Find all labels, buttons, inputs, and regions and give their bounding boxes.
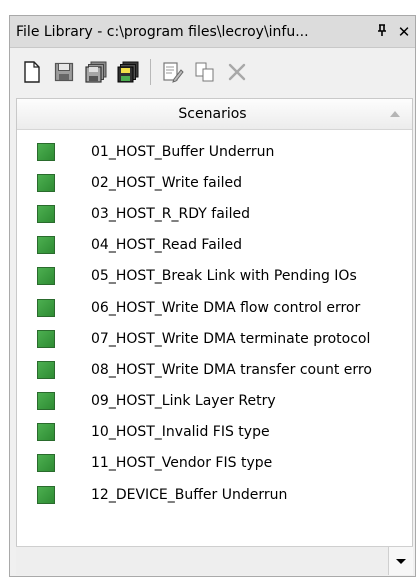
list-item-label: 09_HOST_Link Layer Retry [91,393,276,410]
status-square-icon [37,423,55,442]
list-item-label: 05_HOST_Break Link with Pending IOs [91,268,357,285]
save-all-icon[interactable] [82,57,110,87]
column-header[interactable]: Scenarios [17,99,412,130]
close-icon[interactable]: ✕ [393,23,415,41]
list-item[interactable]: 06_HOST_Write DMA flow control error [17,292,412,323]
list-item-label: 02_HOST_Write failed [91,174,242,191]
toolbar [10,48,415,96]
status-square-icon [37,485,55,504]
panel-titlebar: File Library - c:\program files\lecroy\i… [10,16,415,48]
status-square-icon [37,392,55,411]
pin-icon[interactable] [371,23,393,41]
list-item[interactable]: 08_HOST_Write DMA transfer count erro [17,354,412,385]
save-colored-icon[interactable] [114,57,142,87]
list-item[interactable]: 11_HOST_Vendor FIS type [17,448,412,479]
save-icon[interactable] [50,57,78,87]
bottom-bar [16,546,413,575]
status-square-icon [37,173,55,192]
list-item-label: 12_DEVICE_Buffer Underrun [91,486,288,503]
dropdown-arrow-icon[interactable] [388,547,413,575]
delete-icon[interactable] [223,57,251,87]
status-square-icon [37,236,55,255]
list-item-label: 08_HOST_Write DMA transfer count erro [91,361,372,378]
column-header-label: Scenarios [178,106,247,122]
new-icon[interactable] [18,57,46,87]
status-square-icon [37,360,55,379]
scenarios-rows: 01_HOST_Buffer Underrun 02_HOST_Write fai… [17,136,412,510]
status-square-icon [37,204,55,223]
list-item[interactable]: 05_HOST_Break Link with Pending IOs [17,261,412,292]
list-item-label: 01_HOST_Buffer Underrun [91,143,275,160]
panel-title: File Library - c:\program files\lecroy\i… [16,23,309,40]
list-item[interactable]: 03_HOST_R_RDY failed [17,198,412,229]
list-item[interactable]: 02_HOST_Write failed [17,167,412,198]
list-item[interactable]: 04_HOST_Read Failed [17,230,412,261]
toolbar-separator [150,59,151,85]
status-square-icon [37,142,55,161]
list-item-label: 03_HOST_R_RDY failed [91,205,251,222]
status-square-icon [37,298,55,317]
status-square-icon [37,329,55,348]
scenarios-list[interactable]: Scenarios 01_HOST_Buffer Underrun 02_HOST… [16,98,413,572]
list-item[interactable]: 10_HOST_Invalid FIS type [17,417,412,448]
list-item-label: 11_HOST_Vendor FIS type [91,455,273,472]
status-square-icon [37,267,55,286]
list-item-label: 10_HOST_Invalid FIS type [91,424,270,441]
list-item-label: 06_HOST_Write DMA flow control error [91,299,361,316]
copy-icon[interactable] [191,57,219,87]
sort-ascending-icon[interactable] [378,110,412,118]
status-square-icon [37,454,55,473]
list-item-label: 07_HOST_Write DMA terminate protocol [91,330,371,347]
edit-icon[interactable] [159,57,187,87]
list-item-label: 04_HOST_Read Failed [91,237,243,254]
list-item[interactable]: 12_DEVICE_Buffer Underrun [17,479,412,510]
list-item[interactable]: 01_HOST_Buffer Underrun [17,136,412,167]
list-item[interactable]: 07_HOST_Write DMA terminate protocol [17,323,412,354]
list-item[interactable]: 09_HOST_Link Layer Retry [17,386,412,417]
file-library-panel: File Library - c:\program files\lecroy\i… [9,15,416,577]
